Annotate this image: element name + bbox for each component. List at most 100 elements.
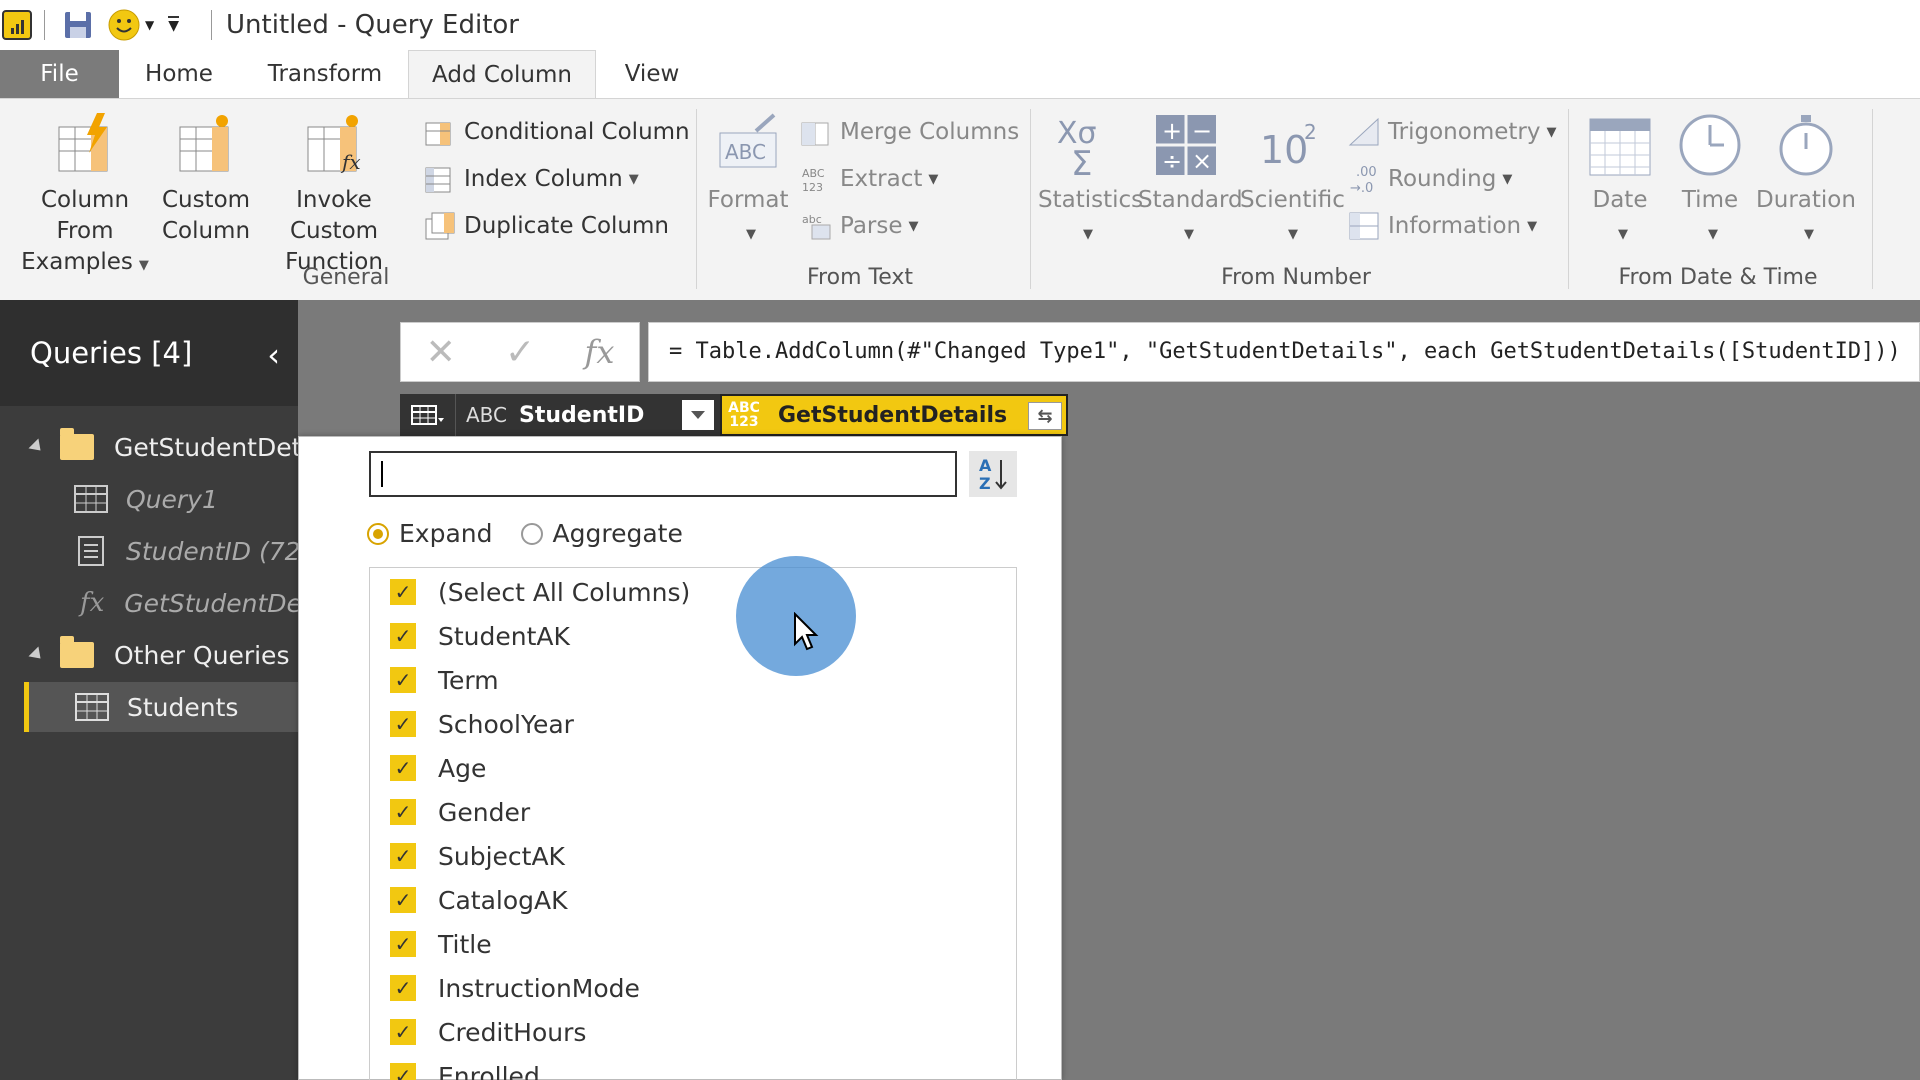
- tab-home[interactable]: Home: [119, 50, 239, 98]
- checklist-item[interactable]: ✓ StudentAK: [390, 614, 570, 658]
- column-from-examples-button[interactable]: Column From Examples ▼: [10, 113, 160, 281]
- query-item-label: Students: [127, 692, 239, 722]
- checklist-item[interactable]: ✓ Enrolled: [390, 1054, 540, 1080]
- tab-file[interactable]: File: [0, 50, 119, 98]
- custom-column-button[interactable]: Custom Column: [160, 113, 252, 247]
- insert-function-fx-icon[interactable]: fx: [584, 333, 614, 371]
- checklist-item[interactable]: ✓ InstructionMode: [390, 966, 640, 1010]
- chevron-down-icon: ▼: [1804, 227, 1814, 242]
- aggregate-radio[interactable]: [520, 522, 543, 545]
- duration-button[interactable]: Duration ▼: [1756, 113, 1856, 250]
- expand-triangle-icon[interactable]: [28, 646, 46, 664]
- rounding-label: Rounding: [1388, 166, 1497, 192]
- date-button[interactable]: Date ▼: [1576, 113, 1664, 250]
- expand-column-icon[interactable]: ⇆: [1028, 402, 1062, 430]
- checkbox-checked-icon[interactable]: ✓: [390, 1019, 416, 1045]
- cancel-formula-icon[interactable]: ✕: [426, 332, 456, 373]
- title-separator: [44, 10, 45, 40]
- checklist-item-label: Age: [438, 753, 487, 783]
- checklist-item-select-all[interactable]: ✓ (Select All Columns): [390, 570, 690, 614]
- conditional-column-icon: [424, 117, 456, 147]
- checkbox-checked-icon[interactable]: ✓: [390, 931, 416, 957]
- expand-radio[interactable]: [367, 522, 389, 545]
- expand-columns-popup: AZ Expand Aggregate ✓ (Select All Columns…: [298, 436, 1062, 1080]
- checkbox-checked-icon[interactable]: ✓: [390, 755, 416, 781]
- checklist-item[interactable]: ✓ Title: [390, 922, 492, 966]
- formula-input[interactable]: = Table.AddColumn(#"Changed Type1", "Get…: [648, 322, 1920, 382]
- time-button[interactable]: Time ▼: [1670, 113, 1750, 250]
- svg-text:A: A: [979, 456, 992, 475]
- text-type-icon[interactable]: ABC: [466, 403, 507, 427]
- checklist-item[interactable]: ✓ CreditHours: [390, 1010, 586, 1054]
- checklist-item-label: Title: [438, 929, 492, 959]
- format-label: Format: [707, 187, 789, 213]
- checkbox-checked-icon[interactable]: ✓: [390, 623, 416, 649]
- column-filter-dropdown[interactable]: [682, 400, 714, 430]
- confirm-formula-icon[interactable]: ✓: [505, 332, 535, 373]
- save-icon[interactable]: [63, 10, 93, 40]
- extract-button[interactable]: ABC 123 Extract ▼: [800, 162, 938, 196]
- group-separator: [696, 109, 697, 289]
- checklist-item-label: CatalogAK: [438, 885, 568, 915]
- parameter-icon: [78, 536, 104, 566]
- collapse-pane-icon[interactable]: ‹: [267, 336, 280, 374]
- checklist-item[interactable]: ✓ Age: [390, 746, 486, 790]
- mouse-pointer-icon: [794, 612, 819, 651]
- expand-triangle-icon[interactable]: [28, 438, 46, 456]
- checklist-item[interactable]: ✓ Term: [390, 658, 499, 702]
- format-button[interactable]: ABC Format ▼: [704, 113, 792, 250]
- parse-button[interactable]: abc Parse ▼: [800, 209, 919, 243]
- checkbox-checked-icon[interactable]: ✓: [390, 711, 416, 737]
- column-header-getstudentdetails[interactable]: ABC 123 GetStudentDetails ⇆: [720, 394, 1068, 436]
- checklist-item-label: (Select All Columns): [438, 577, 691, 607]
- stopwatch-icon: [1774, 113, 1838, 177]
- checkbox-checked-icon[interactable]: ✓: [390, 579, 416, 605]
- checkbox-checked-icon[interactable]: ✓: [390, 843, 416, 869]
- function-fx-icon: fx: [80, 588, 105, 618]
- checklist-item[interactable]: ✓ SchoolYear: [390, 702, 574, 746]
- any-type-icon[interactable]: ABC 123: [726, 401, 762, 429]
- query-item-query1[interactable]: Query1: [74, 474, 218, 524]
- checklist-item[interactable]: ✓ SubjectAK: [390, 834, 565, 878]
- customize-toolbar-icon[interactable]: ▼: [168, 16, 180, 34]
- column-name: GetStudentDetails: [778, 402, 1008, 428]
- tab-view[interactable]: View: [612, 50, 692, 98]
- trigonometry-button[interactable]: Trigonometry ▼: [1348, 115, 1556, 149]
- checklist-item[interactable]: ✓ CatalogAK: [390, 878, 568, 922]
- information-button[interactable]: Information ▼: [1348, 209, 1537, 243]
- standard-label: Standard: [1138, 187, 1243, 213]
- column-header-studentid[interactable]: ABC StudentID: [456, 394, 720, 436]
- rounding-icon: .00 →.0: [1348, 164, 1380, 196]
- tab-add-column[interactable]: Add Column: [408, 50, 596, 100]
- duplicate-column-button[interactable]: Duplicate Column: [424, 209, 669, 243]
- sort-az-icon[interactable]: AZ: [969, 451, 1017, 497]
- index-column-icon: [424, 164, 456, 194]
- index-column-button[interactable]: Index Column ▼: [424, 162, 639, 196]
- merge-columns-button[interactable]: Merge Columns: [800, 115, 1019, 149]
- scientific-button[interactable]: 10 2 Scientific ▼: [1240, 113, 1345, 250]
- smiley-feedback-icon[interactable]: ▼: [107, 8, 154, 42]
- checkbox-checked-icon[interactable]: ✓: [390, 887, 416, 913]
- expand-aggregate-options: Expand Aggregate: [367, 519, 683, 548]
- query-folder-other-queries[interactable]: Other Queries [1]: [28, 630, 333, 680]
- table-menu-button[interactable]: [400, 394, 456, 436]
- checkbox-checked-icon[interactable]: ✓: [390, 975, 416, 1001]
- checkbox-checked-icon[interactable]: ✓: [390, 799, 416, 825]
- aggregate-radio-label[interactable]: Aggregate: [553, 519, 683, 548]
- checkbox-checked-icon[interactable]: ✓: [390, 667, 416, 693]
- query-item-students[interactable]: Students: [24, 682, 322, 732]
- statistics-button[interactable]: Xσ Σ Statistics ▼: [1038, 113, 1143, 250]
- column-search-input[interactable]: [369, 451, 957, 497]
- rounding-button[interactable]: .00 →.0 Rounding ▼: [1348, 162, 1512, 196]
- group-label-from-number: From Number: [1221, 265, 1371, 290]
- conditional-column-button[interactable]: Conditional Column: [424, 115, 690, 149]
- expand-radio-label[interactable]: Expand: [399, 519, 493, 548]
- invoke-custom-function-button[interactable]: fx Invoke Custom Function: [254, 113, 414, 278]
- tab-transform[interactable]: Transform: [255, 50, 395, 98]
- standard-button[interactable]: + − ÷ × Standard ▼: [1138, 113, 1243, 250]
- svg-text:2: 2: [1304, 120, 1317, 144]
- svg-text:ABC: ABC: [802, 167, 825, 180]
- checkbox-checked-icon[interactable]: ✓: [390, 1063, 416, 1080]
- parse-label: Parse: [840, 213, 903, 239]
- checklist-item[interactable]: ✓ Gender: [390, 790, 530, 834]
